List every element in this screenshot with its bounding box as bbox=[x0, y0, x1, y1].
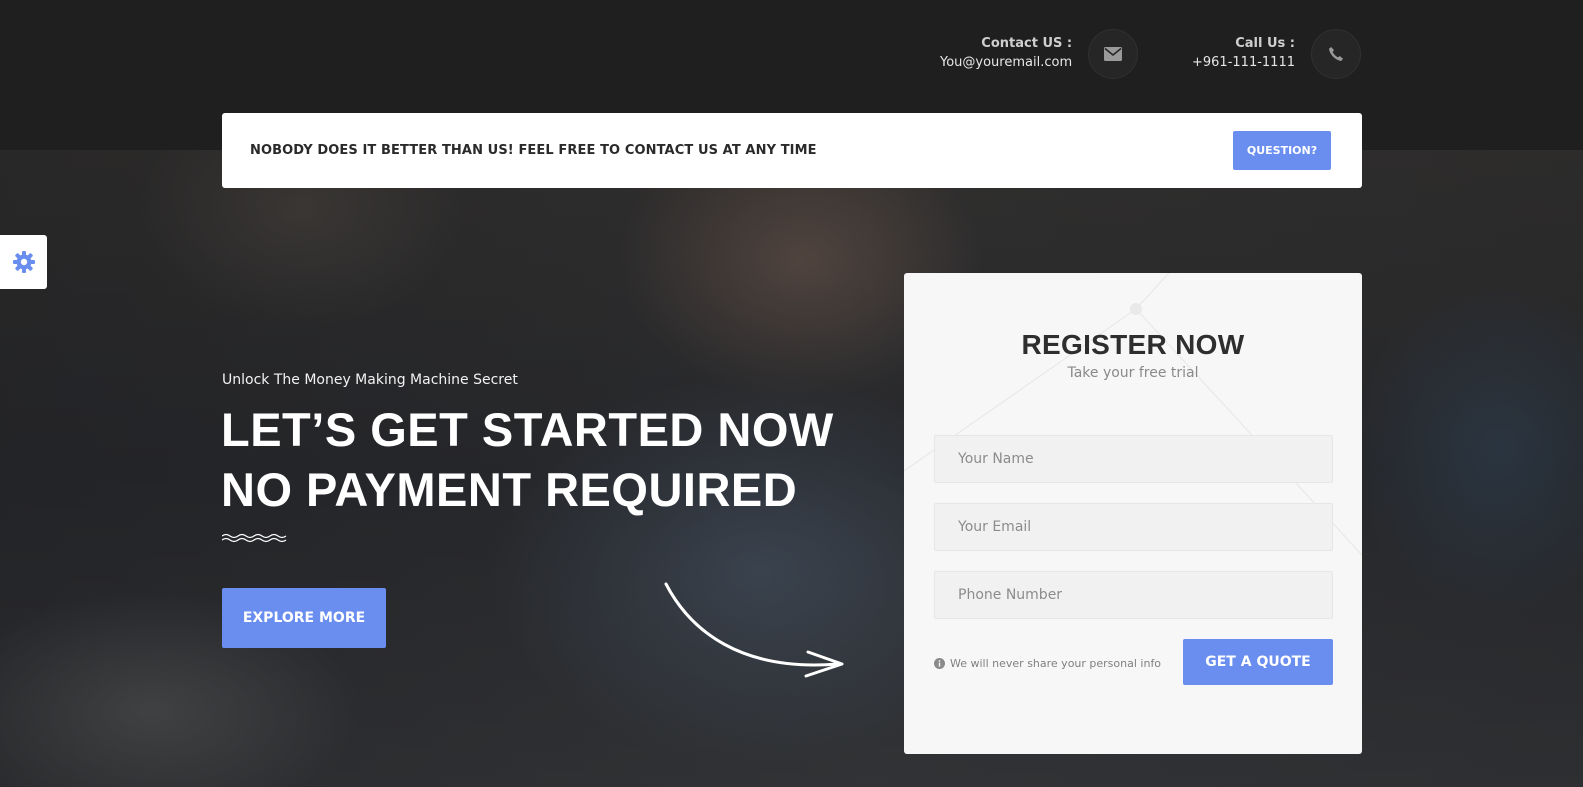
hero-headline-line2: NO PAYMENT REQUIRED bbox=[221, 463, 798, 516]
hero-tagline: Unlock The Money Making Machine Secret bbox=[222, 372, 518, 388]
gear-icon[interactable] bbox=[12, 250, 36, 274]
wave-divider bbox=[222, 533, 287, 543]
get-a-quote-button[interactable]: GET A QUOTE bbox=[1183, 639, 1333, 685]
contact-phone-label: Call Us : bbox=[1235, 36, 1295, 51]
info-icon bbox=[934, 658, 945, 669]
email-field[interactable] bbox=[934, 503, 1333, 551]
hero-headline: LET’S GET STARTED NOW NO PAYMENT REQUIRE… bbox=[221, 400, 834, 520]
curved-arrow-icon bbox=[664, 582, 844, 678]
contact-phone-value[interactable]: +961-111-1111 bbox=[1192, 53, 1295, 73]
envelope-icon[interactable] bbox=[1088, 29, 1139, 79]
contact-phone-block: Call Us : +961-111-1111 bbox=[1192, 28, 1361, 80]
notice-text: NOBODY DOES IT BETTER THAN US! FEEL FREE… bbox=[250, 143, 817, 158]
privacy-note: We will never share your personal info bbox=[934, 657, 1161, 670]
phone-field[interactable] bbox=[934, 571, 1333, 619]
contact-email-block: Contact US : You@youremail.com bbox=[940, 28, 1139, 80]
contact-email-value[interactable]: You@youremail.com bbox=[940, 53, 1072, 73]
hero-headline-line1: LET’S GET STARTED NOW bbox=[221, 403, 834, 456]
question-button[interactable]: QUESTION? bbox=[1233, 131, 1331, 170]
name-field[interactable] bbox=[934, 435, 1333, 483]
contact-email-text: Contact US : You@youremail.com bbox=[940, 35, 1072, 73]
contact-phone-text: Call Us : +961-111-1111 bbox=[1192, 35, 1295, 73]
register-card: REGISTER NOW Take your free trial We wil… bbox=[904, 273, 1362, 754]
notice-bar: NOBODY DOES IT BETTER THAN US! FEEL FREE… bbox=[222, 113, 1362, 188]
explore-more-button[interactable]: EXPLORE MORE bbox=[222, 588, 386, 648]
settings-tab[interactable] bbox=[0, 235, 47, 289]
register-title: REGISTER NOW bbox=[1021, 329, 1245, 360]
phone-icon[interactable] bbox=[1310, 29, 1361, 79]
privacy-note-text: We will never share your personal info bbox=[950, 657, 1162, 670]
contact-email-label: Contact US : bbox=[981, 36, 1073, 51]
register-subtitle: Take your free trial bbox=[1067, 365, 1199, 381]
